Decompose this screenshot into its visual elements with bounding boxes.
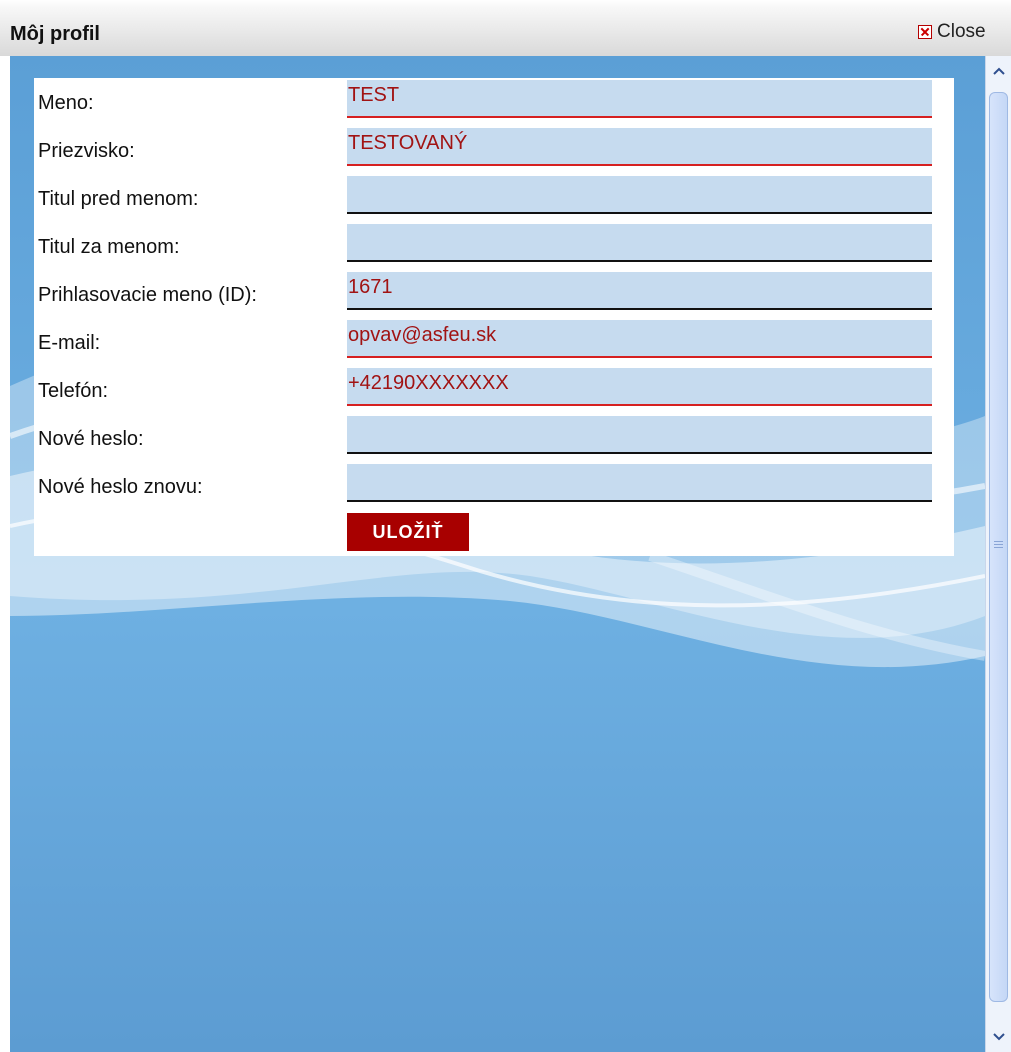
scroll-down-button[interactable] (987, 1022, 1011, 1052)
meno-input[interactable]: TEST (347, 80, 932, 118)
vertical-scrollbar[interactable] (985, 56, 1011, 1052)
form-row-nove-heslo-znovu: Nové heslo znovu: (34, 462, 954, 510)
label-email: E-mail: (38, 332, 101, 354)
telefon-input[interactable]: +42190XXXXXXX (347, 368, 932, 406)
chevron-down-icon[interactable] (993, 1033, 1005, 1041)
scroll-up-button[interactable] (987, 56, 1011, 86)
nove-heslo-znovu-input[interactable] (347, 464, 932, 502)
form-row-meno: Meno: TEST (34, 78, 954, 126)
label-meno: Meno: (38, 92, 94, 114)
close-button[interactable]: Close (918, 20, 986, 44)
login-id-input[interactable]: 1671 (347, 272, 932, 310)
close-icon[interactable] (918, 25, 932, 39)
save-button[interactable]: ULOŽIŤ (347, 513, 469, 551)
scrollbar-grip-icon (994, 541, 1003, 549)
label-login-id: Prihlasovacie meno (ID): (38, 284, 257, 306)
label-titul-pred: Titul pred menom: (38, 188, 199, 210)
profile-form: Meno: TEST Priezvisko: TESTOVANÝ Titul p… (34, 78, 954, 556)
nove-heslo-input[interactable] (347, 416, 932, 454)
chevron-up-icon[interactable] (993, 67, 1005, 75)
priezvisko-input[interactable]: TESTOVANÝ (347, 128, 932, 166)
titul-za-input[interactable] (347, 224, 932, 262)
form-row-titul-za: Titul za menom: (34, 222, 954, 270)
dialog-title: Môj profil (10, 23, 100, 45)
form-row-nove-heslo: Nové heslo: (34, 414, 954, 462)
form-row-priezvisko: Priezvisko: TESTOVANÝ (34, 126, 954, 174)
scrollbar-thumb[interactable] (989, 92, 1008, 1002)
email-input[interactable]: opvav@asfeu.sk (347, 320, 932, 358)
label-nove-heslo-znovu: Nové heslo znovu: (38, 476, 203, 498)
label-telefon: Telefón: (38, 380, 109, 402)
label-nove-heslo: Nové heslo: (38, 428, 144, 450)
label-priezvisko: Priezvisko: (38, 140, 135, 162)
form-row-login-id: Prihlasovacie meno (ID): 1671 (34, 270, 954, 318)
titul-pred-input[interactable] (347, 176, 932, 214)
form-row-email: E-mail: opvav@asfeu.sk (34, 318, 954, 366)
close-label[interactable]: Close (937, 21, 986, 43)
label-titul-za: Titul za menom: (38, 236, 180, 258)
dialog-titlebar: Môj profil Close (0, 0, 1011, 56)
form-row-titul-pred: Titul pred menom: (34, 174, 954, 222)
form-row-telefon: Telefón: +42190XXXXXXX (34, 366, 954, 414)
dialog-content: Meno: TEST Priezvisko: TESTOVANÝ Titul p… (10, 56, 985, 1052)
